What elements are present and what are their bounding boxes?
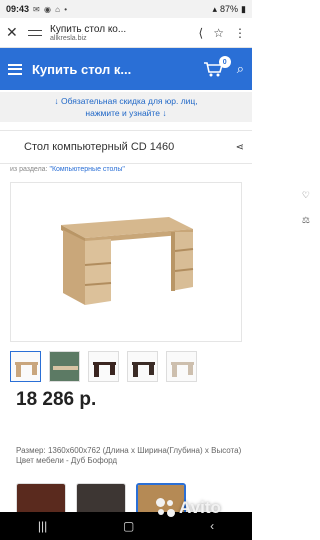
browser-domain: allkresla.biz <box>50 34 87 42</box>
thumbnail-3-image <box>93 362 116 377</box>
product-price: 18 286 р. <box>16 389 97 410</box>
thumbnail-2-image <box>50 352 79 381</box>
more-menu-icon[interactable]: ⋮ <box>234 26 246 40</box>
notice-line-2: нажмите и узнайте ↓ <box>85 108 167 118</box>
thumbnail-4-image <box>132 362 155 377</box>
site-title: Купить стол к... <box>32 61 132 77</box>
thumbnail-1[interactable] <box>10 351 41 382</box>
product-title: Стол компьютерный CD 1460 <box>24 141 175 153</box>
back-icon[interactable]: ‹ <box>210 519 214 533</box>
thumbnail-4[interactable] <box>127 351 158 382</box>
site-settings-icon[interactable] <box>28 28 42 38</box>
cart-button[interactable]: 0 <box>203 56 231 77</box>
thumbnail-1-image <box>15 362 38 377</box>
notification-icons: ✉ ◉ ⌂ • <box>33 4 69 14</box>
thumbnail-strip <box>10 351 197 382</box>
color-text: Цвет мебели - Дуб Бофорд <box>16 456 118 465</box>
signal-icon: ▴ <box>212 3 218 14</box>
avito-logo-icon <box>156 498 176 518</box>
browser-page-title: Купить стол ко... <box>50 23 127 35</box>
battery-icon: ▮ <box>241 3 246 14</box>
recent-apps-icon[interactable]: ||| <box>38 519 47 533</box>
close-tab-icon[interactable]: ✕ <box>6 24 24 41</box>
avito-text: Avito <box>179 498 221 517</box>
site-header: Купить стол к... 0 ⌕ <box>0 48 252 90</box>
home-icon[interactable]: ▢ <box>123 519 134 533</box>
product-photo[interactable] <box>10 182 242 342</box>
menu-icon[interactable] <box>8 63 22 75</box>
thumbnail-5-image <box>171 362 194 377</box>
discount-notice[interactable]: ↓ Обязательная скидка для юр. лиц, нажми… <box>0 92 252 122</box>
avito-watermark: Avito <box>156 498 221 518</box>
status-bar: 09:43 ✉ ◉ ⌂ • ▴ 87% ▮ <box>0 0 252 18</box>
size-text: Размер: 1360x600x762 (Длина х Ширина(Глу… <box>16 446 242 455</box>
breadcrumb-link[interactable]: "Компьютерные столы" <box>49 166 124 173</box>
notice-line-1: ↓ Обязательная скидка для юр. лиц, <box>54 96 198 106</box>
browser-toolbar: ✕ Купить стол ко... allkresla.biz ⟨ ☆ ⋮ <box>0 18 252 48</box>
breadcrumb-prefix: из раздела: <box>10 166 48 173</box>
browser-title-block[interactable]: Купить стол ко... allkresla.biz <box>50 24 189 42</box>
breadcrumb: из раздела: "Компьютерные столы" <box>10 166 125 173</box>
thumbnail-2[interactable] <box>49 351 80 382</box>
clock: 09:43 <box>6 4 30 14</box>
share-product-icon[interactable]: ⋖ <box>236 142 244 153</box>
desk-image <box>61 217 194 305</box>
cart-count-badge: 0 <box>218 56 231 68</box>
thumbnail-5[interactable] <box>166 351 197 382</box>
battery-text: 87% <box>220 4 239 14</box>
bookmark-icon[interactable]: ☆ <box>213 26 224 40</box>
thumbnail-3[interactable] <box>88 351 119 382</box>
search-icon[interactable]: ⌕ <box>237 61 244 77</box>
product-details: Размер: 1360x600x762 (Длина х Ширина(Глу… <box>16 446 246 466</box>
compare-icon[interactable]: ⚖ <box>302 215 310 226</box>
favorite-icon[interactable]: ♡ <box>302 190 310 201</box>
product-title-row: Стол компьютерный CD 1460 ⋖ <box>0 130 252 164</box>
photo-actions: ♡ ⚖ <box>302 190 310 226</box>
status-right: ▴ 87% ▮ <box>213 4 247 15</box>
share-icon[interactable]: ⟨ <box>199 26 204 40</box>
